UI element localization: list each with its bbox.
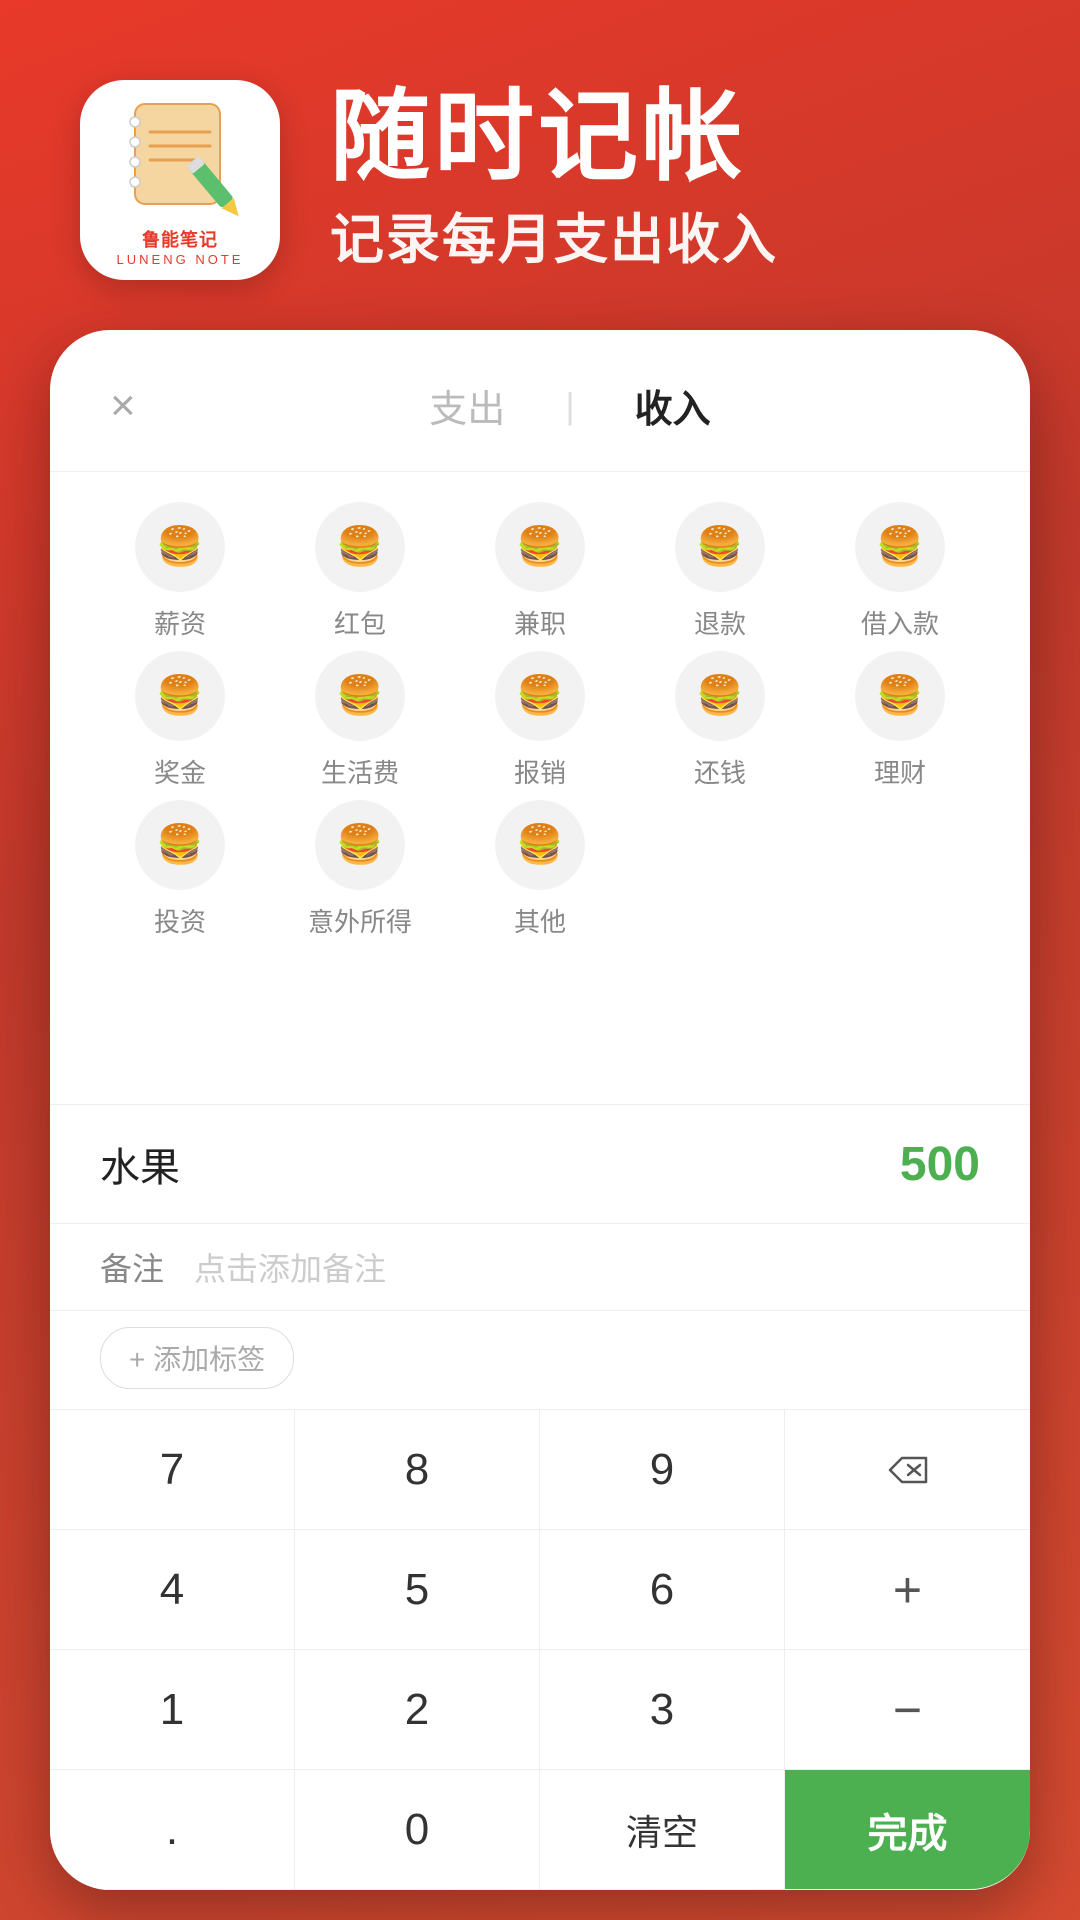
amount-label: 水果 [100, 1135, 180, 1193]
category-windfall[interactable]: 🍔 意外所得 [270, 800, 450, 939]
app-name-en: LUNENG NOTE [117, 252, 244, 267]
key-plus[interactable]: + [785, 1530, 1030, 1650]
tabs-container: 支出 | 收入 [170, 370, 970, 441]
category-parttime[interactable]: 🍔 兼职 [450, 502, 630, 641]
amount-value: 500 [900, 1137, 980, 1192]
header-text-block: 随时记帐 记录每月支出收入 [330, 87, 778, 274]
note-placeholder: 点击添加备注 [194, 1244, 386, 1290]
category-reimbursement[interactable]: 🍔 报销 [450, 651, 630, 790]
tab-expense[interactable]: 支出 [409, 370, 525, 441]
key-9[interactable]: 9 [540, 1410, 785, 1530]
category-refund[interactable]: 🍔 退款 [630, 502, 810, 641]
close-button[interactable]: × [110, 381, 170, 431]
tab-bar: × 支出 | 收入 [50, 330, 1030, 472]
category-other[interactable]: 🍔 其他 [450, 800, 630, 939]
category-borrow[interactable]: 🍔 借入款 [810, 502, 990, 641]
key-7[interactable]: 7 [50, 1410, 295, 1530]
category-living[interactable]: 🍔 生活费 [270, 651, 450, 790]
key-6[interactable]: 6 [540, 1530, 785, 1650]
key-done[interactable]: 完成 [785, 1770, 1030, 1890]
phone-card: × 支出 | 收入 🍔 薪资 🍔 红包 🍔 兼职 🍔 退款 🍔 借入款 [50, 330, 1030, 1890]
category-investment[interactable]: 🍔 投资 [90, 800, 270, 939]
key-4[interactable]: 4 [50, 1530, 295, 1650]
key-8[interactable]: 8 [295, 1410, 540, 1530]
note-row[interactable]: 备注 点击添加备注 [50, 1223, 1030, 1310]
app-subtitle: 记录每月支出收入 [330, 195, 778, 274]
add-tag-button[interactable]: + 添加标签 [100, 1327, 294, 1389]
app-icon: 鲁能笔记 LUNENG NOTE [80, 80, 280, 280]
category-redpacket[interactable]: 🍔 红包 [270, 502, 450, 641]
category-grid: 🍔 薪资 🍔 红包 🍔 兼职 🍔 退款 🍔 借入款 🍔 奖金 🍔 生活费 [50, 472, 1030, 959]
category-payback[interactable]: 🍔 还钱 [630, 651, 810, 790]
app-header: 鲁能笔记 LUNENG NOTE 随时记帐 记录每月支出收入 [0, 0, 1080, 340]
key-minus[interactable]: − [785, 1650, 1030, 1770]
keypad: 7 8 9 4 5 6 + 1 2 3 − . 0 清空 完成 [50, 1409, 1030, 1890]
app-name-cn: 鲁能笔记 [142, 226, 218, 252]
category-salary[interactable]: 🍔 薪资 [90, 502, 270, 641]
tab-income[interactable]: 收入 [615, 370, 731, 441]
category-bonus[interactable]: 🍔 奖金 [90, 651, 270, 790]
key-backspace[interactable] [785, 1410, 1030, 1530]
key-3[interactable]: 3 [540, 1650, 785, 1770]
key-0[interactable]: 0 [295, 1770, 540, 1890]
category-investment-mgmt[interactable]: 🍔 理财 [810, 651, 990, 790]
key-clear[interactable]: 清空 [540, 1770, 785, 1890]
key-dot[interactable]: . [50, 1770, 295, 1890]
tag-row: + 添加标签 [50, 1310, 1030, 1409]
tab-divider: | [565, 385, 574, 427]
key-5[interactable]: 5 [295, 1530, 540, 1650]
amount-row: 水果 500 [50, 1104, 1030, 1223]
note-prefix: 备注 [100, 1244, 164, 1290]
key-1[interactable]: 1 [50, 1650, 295, 1770]
key-2[interactable]: 2 [295, 1650, 540, 1770]
app-tagline: 随时记帐 [330, 87, 778, 187]
spacer [50, 959, 1030, 1104]
